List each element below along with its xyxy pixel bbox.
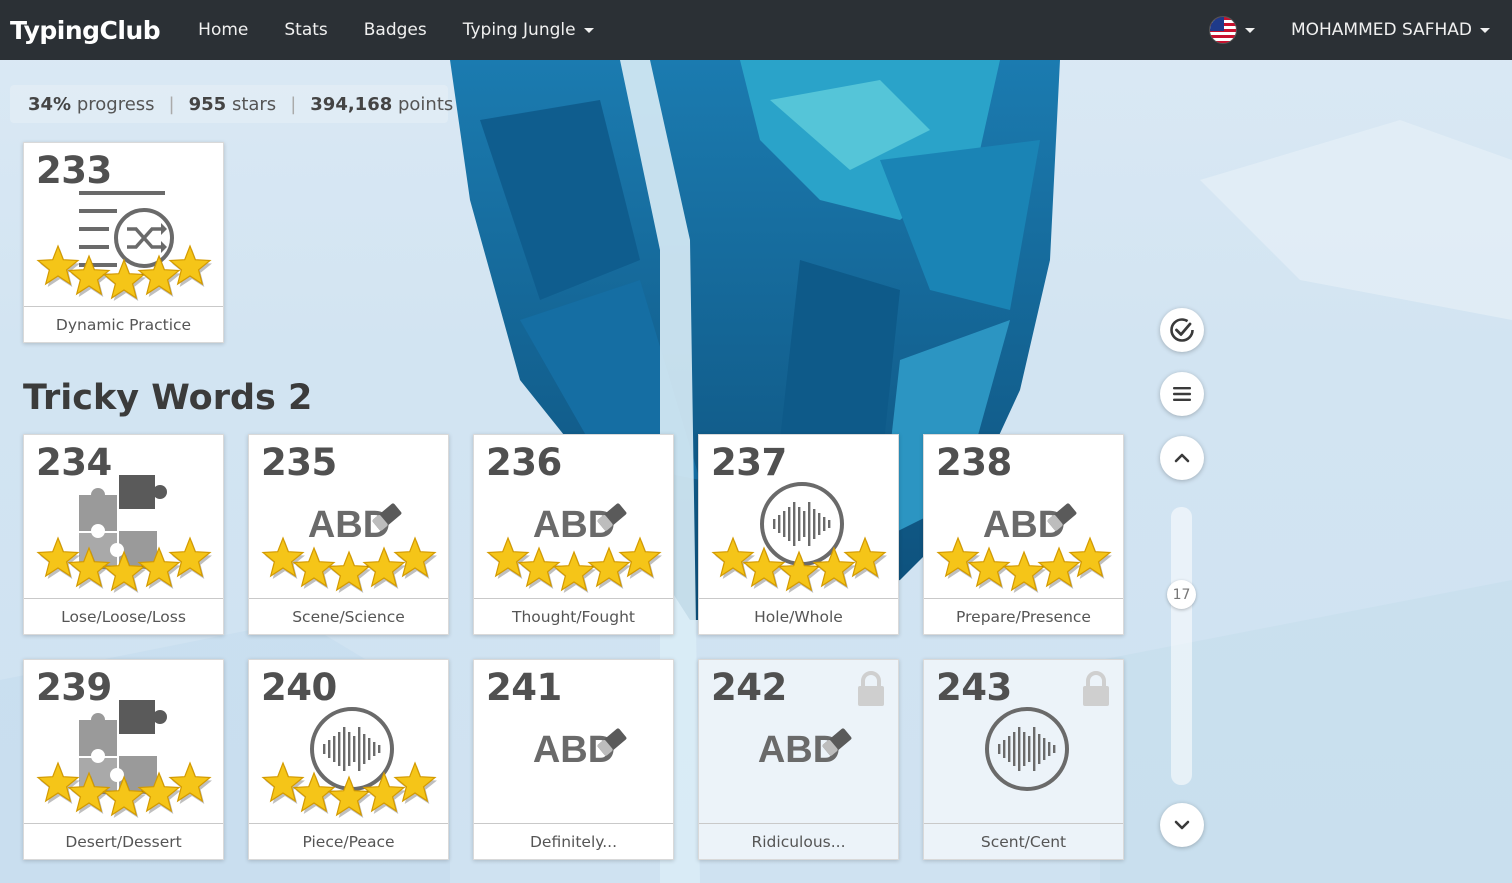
scroll-up-button[interactable]	[1160, 436, 1204, 480]
star-rating	[34, 243, 215, 303]
lesson-label: Dynamic Practice	[24, 306, 223, 342]
nav-home[interactable]: Home	[180, 20, 266, 40]
lesson-card-234[interactable]: 234 Lose/Loose/Loss	[23, 434, 224, 635]
separator: |	[290, 93, 297, 115]
lesson-label: Prepare/Presence	[924, 598, 1123, 634]
lesson-label: Hole/Whole	[699, 598, 898, 634]
lesson-label: Desert/Dessert	[24, 823, 223, 859]
star-rating	[259, 760, 440, 820]
stars-label: stars	[231, 93, 277, 115]
brand-logo[interactable]: TypingClub	[10, 16, 161, 45]
star-rating	[484, 535, 665, 595]
chevron-down-icon	[1174, 820, 1190, 830]
scroll-slider-track[interactable]	[1171, 507, 1192, 785]
soundwave-icon	[924, 690, 1125, 825]
chevron-down-icon	[1480, 27, 1490, 33]
lesson-card-237[interactable]: 237 Hole/Whole	[698, 434, 899, 635]
points-label: points	[397, 93, 454, 115]
scroll-slider-handle[interactable]: 17	[1167, 580, 1196, 609]
progress-percent: 34%	[28, 93, 72, 115]
lesson-card-241[interactable]: 241 ABD Definitely...	[473, 659, 674, 860]
nav-stats[interactable]: Stats	[266, 20, 345, 40]
lesson-label: Scene/Science	[249, 598, 448, 634]
lock-icon	[1081, 670, 1111, 708]
user-name: MOHAMMED SAFHAD	[1290, 20, 1472, 40]
section-title: Tricky Words 2	[23, 378, 313, 418]
lesson-card-236[interactable]: 236 ABD Thought/Fought	[473, 434, 674, 635]
scroll-down-button[interactable]	[1160, 803, 1204, 847]
lesson-card-239[interactable]: 239 Desert/Dessert	[23, 659, 224, 860]
lesson-card-240[interactable]: 240 Piece/Peace	[248, 659, 449, 860]
lesson-card-238[interactable]: 238 ABD Prepare/Presence	[923, 434, 1124, 635]
menu-button[interactable]	[1160, 372, 1204, 416]
lesson-card-242[interactable]: 242 ABD Ridiculous...	[698, 659, 899, 860]
star-rating	[259, 535, 440, 595]
lesson-card-233[interactable]: 233 Dynamic Practice	[23, 142, 224, 343]
check-progress-button[interactable]	[1160, 308, 1204, 352]
progress-percent-label: progress	[76, 93, 155, 115]
top-navbar: TypingClub Home Stats Badges Typing Jung…	[0, 0, 1512, 60]
star-rating	[934, 535, 1115, 595]
nav-links: Home Stats Badges Typing Jungle	[180, 20, 611, 40]
star-rating	[709, 535, 890, 595]
nav-badges[interactable]: Badges	[346, 20, 445, 40]
language-selector[interactable]	[1208, 16, 1255, 44]
abc-eraser-icon: ABD	[699, 690, 900, 825]
lock-icon	[856, 670, 886, 708]
separator: |	[168, 93, 175, 115]
lesson-label: Ridiculous...	[699, 823, 898, 859]
nav-right: MOHAMMED SAFHAD	[1208, 16, 1512, 44]
stars-count: 955	[188, 93, 227, 115]
chevron-down-icon	[583, 27, 594, 33]
progress-summary: 34% progress | 955 stars | 394,168 point…	[10, 85, 453, 123]
lesson-card-243[interactable]: 243 Scent/Cent	[923, 659, 1124, 860]
check-circle-icon	[1170, 318, 1194, 342]
nav-typing-jungle-label: Typing Jungle	[462, 20, 576, 40]
lesson-label: Piece/Peace	[249, 823, 448, 859]
abc-eraser-icon: ABD	[474, 690, 675, 825]
star-rating	[34, 760, 215, 820]
points-count: 394,168	[310, 93, 393, 115]
us-flag-icon	[1208, 16, 1237, 44]
lesson-label: Definitely...	[474, 823, 673, 859]
chevron-down-icon	[1244, 27, 1255, 33]
user-menu[interactable]: MOHAMMED SAFHAD	[1291, 20, 1490, 40]
lesson-label: Scent/Cent	[924, 823, 1123, 859]
star-rating	[34, 535, 215, 595]
lesson-label: Thought/Fought	[474, 598, 673, 634]
menu-icon	[1173, 387, 1191, 401]
lesson-card-235[interactable]: 235 ABD Scene/Science	[248, 434, 449, 635]
lesson-label: Lose/Loose/Loss	[24, 598, 223, 634]
nav-typing-jungle[interactable]: Typing Jungle	[445, 20, 612, 40]
chevron-up-icon	[1174, 453, 1190, 463]
